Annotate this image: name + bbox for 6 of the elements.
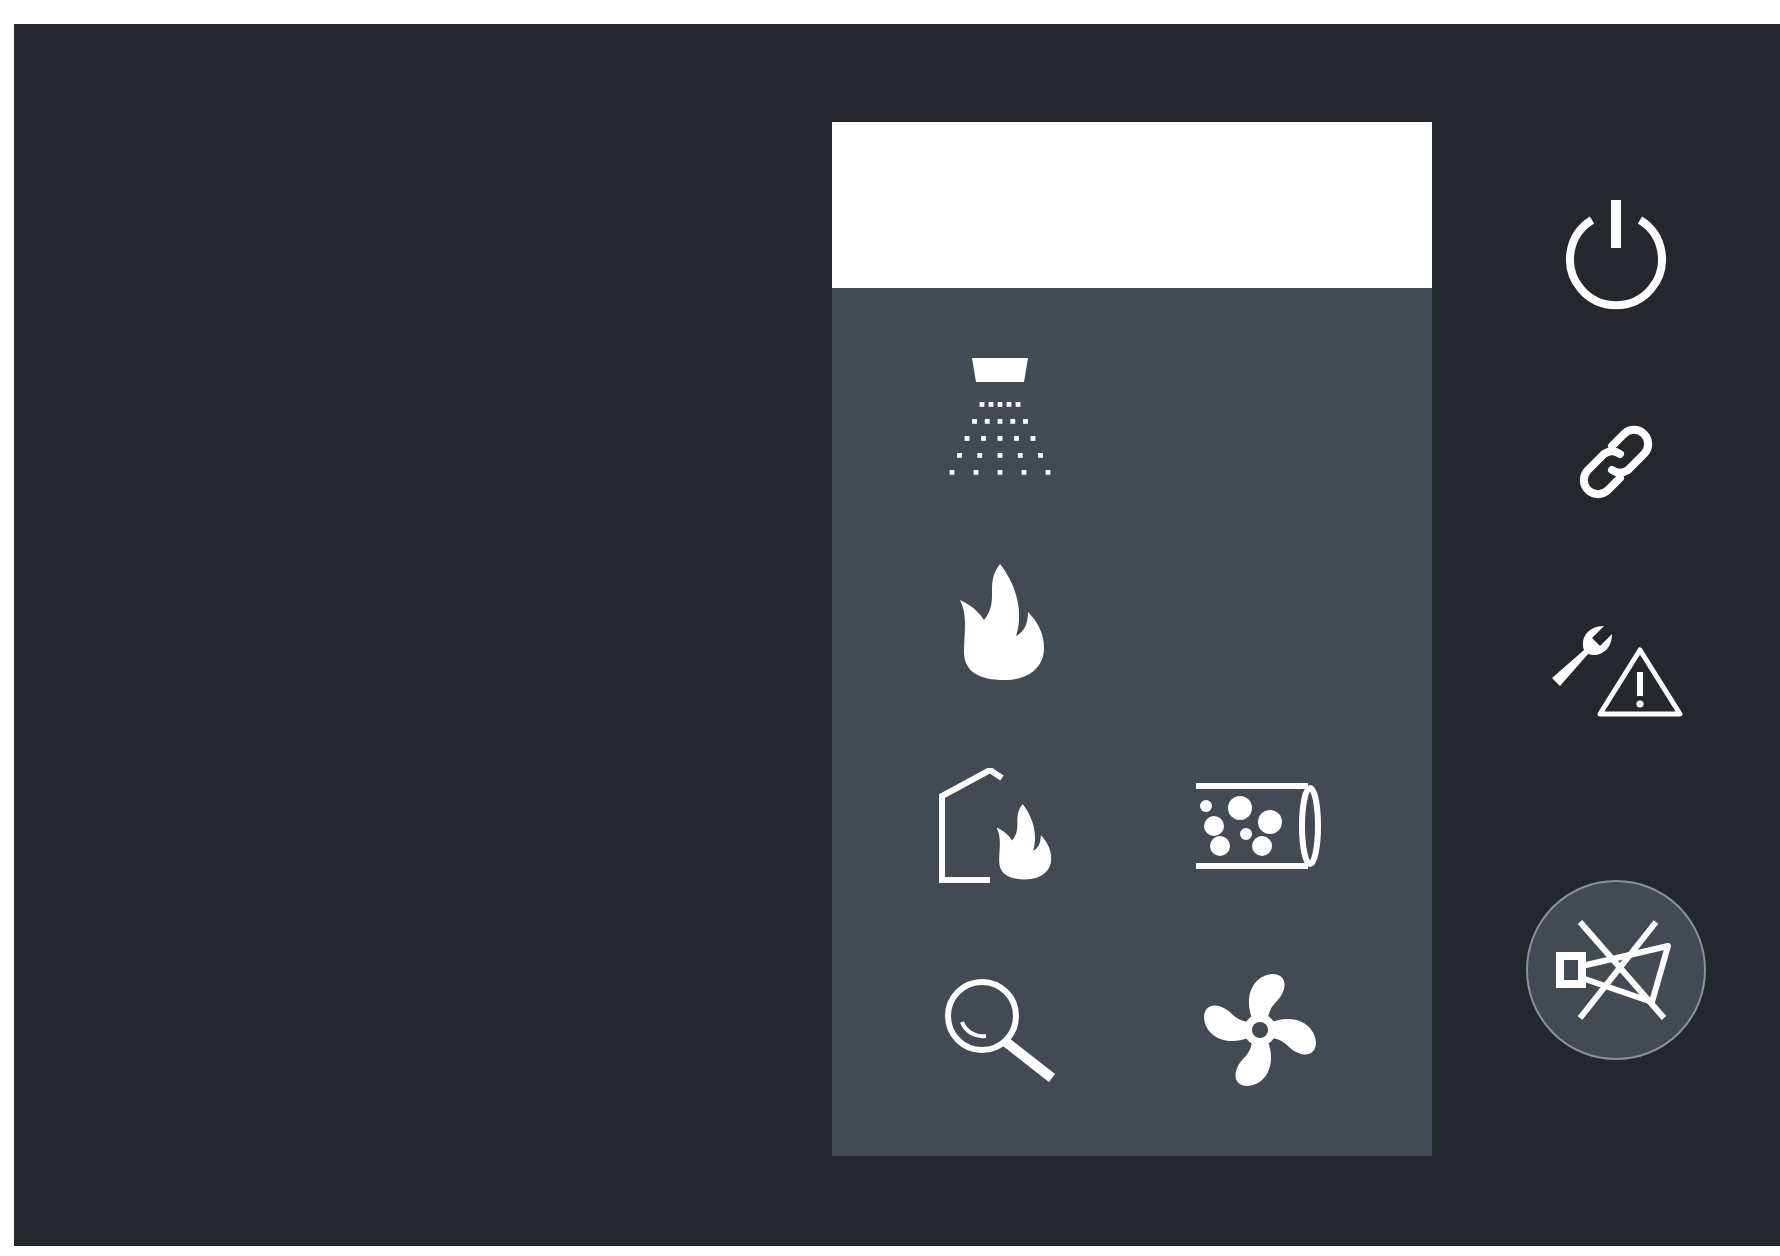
- search-icon: [942, 976, 1058, 1084]
- power-icon[interactable]: [1560, 196, 1672, 312]
- fan-icon: [1202, 972, 1318, 1088]
- wrench-warning-icon[interactable]: [1548, 622, 1684, 718]
- sprinkler-icon: [944, 358, 1056, 478]
- pipe-icon: [1196, 782, 1324, 870]
